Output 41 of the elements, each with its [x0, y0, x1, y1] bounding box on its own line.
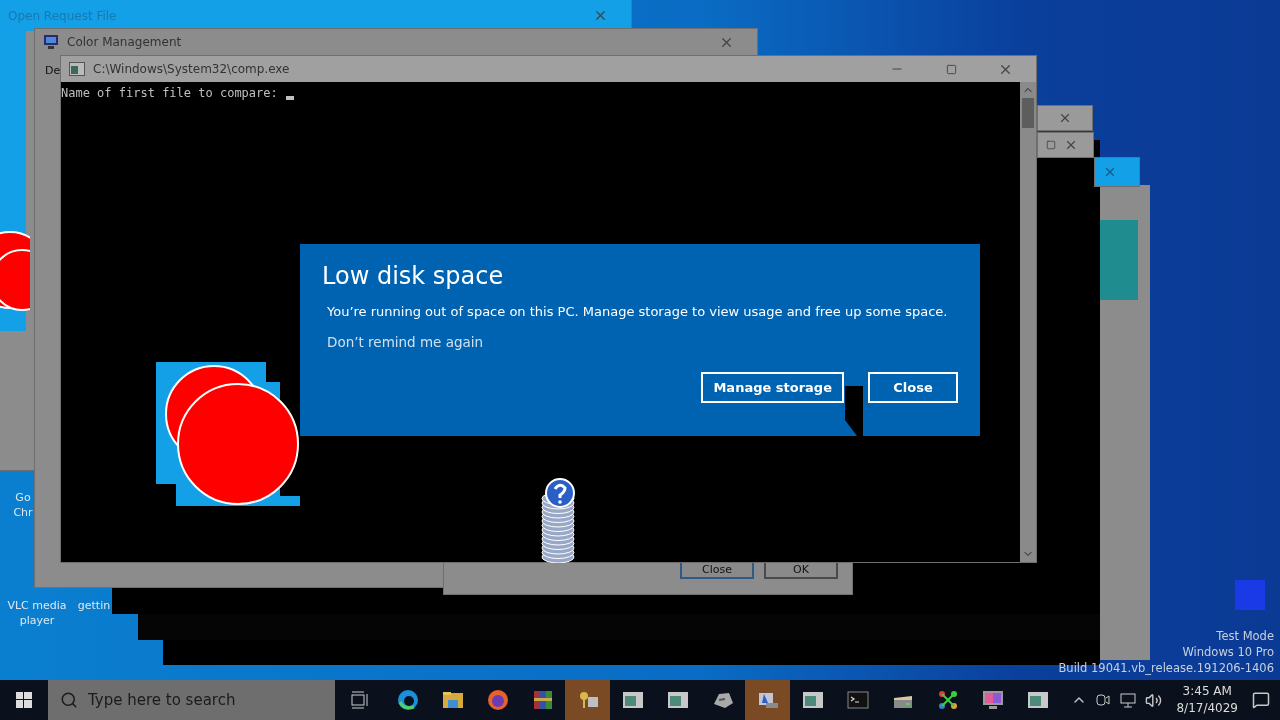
desktop-icon-label[interactable]: Go Chr: [12, 490, 34, 520]
search-icon: [60, 691, 78, 709]
notification-button[interactable]: Manage storage: [701, 372, 844, 403]
close-icon[interactable]: [1058, 111, 1072, 125]
console-icon: [845, 688, 870, 712]
camera-icon[interactable]: [1095, 692, 1112, 708]
scroll-thumb[interactable]: [1022, 98, 1034, 128]
text-cursor: [285, 96, 294, 100]
network-icon[interactable]: [1119, 692, 1138, 708]
maximize-icon[interactable]: [945, 63, 957, 75]
desktop-icon-label[interactable]: VLC media player: [4, 598, 70, 628]
close-icon[interactable]: [1103, 165, 1117, 179]
windows-logo-icon: [16, 692, 32, 708]
system-watermark-line: Windows 10 Pro: [1182, 644, 1274, 660]
monitor-icon: [43, 34, 59, 50]
window-title: Color Management: [67, 35, 183, 49]
notification-button[interactable]: Close: [868, 372, 958, 403]
scrollbar[interactable]: [1020, 82, 1036, 562]
task-view-icon: [350, 691, 370, 709]
dont-remind-link[interactable]: Don’t remind me again: [327, 334, 484, 350]
clock-time: 3:45 AM: [1182, 683, 1232, 700]
clock-date: 8/17/4029: [1176, 700, 1238, 717]
edge-icon: [395, 688, 420, 712]
desktop-icon-label[interactable]: gettin: [76, 598, 112, 613]
console-output: Name of first file to compare:: [61, 86, 278, 100]
window-fragment: [1235, 580, 1265, 610]
console-icon: [69, 62, 85, 76]
system-watermark-line: Build 19041.vb_release.191206-1406: [1058, 660, 1274, 676]
notifications-icon[interactable]: [1252, 691, 1270, 709]
window-title: C:\Windows\System32\comp.exe: [93, 62, 291, 76]
clock[interactable]: 3:45 AM 8/17/4029: [1176, 683, 1238, 717]
glitch-shape: [845, 386, 863, 436]
close-icon[interactable]: [1064, 138, 1078, 152]
notification-title: Low disk space: [322, 262, 505, 290]
volume-icon[interactable]: [1145, 691, 1163, 709]
notification-message: You’re running out of space on this PC. Manage storage to view usage and free up some space.: [327, 304, 949, 319]
firefox-icon: [485, 688, 510, 712]
tab[interactable]: De: [45, 64, 61, 77]
search-field[interactable]: Type here to search: [48, 680, 335, 720]
system-watermark-line: Test Mode: [1216, 628, 1274, 644]
monitor-icon: [980, 688, 1005, 712]
